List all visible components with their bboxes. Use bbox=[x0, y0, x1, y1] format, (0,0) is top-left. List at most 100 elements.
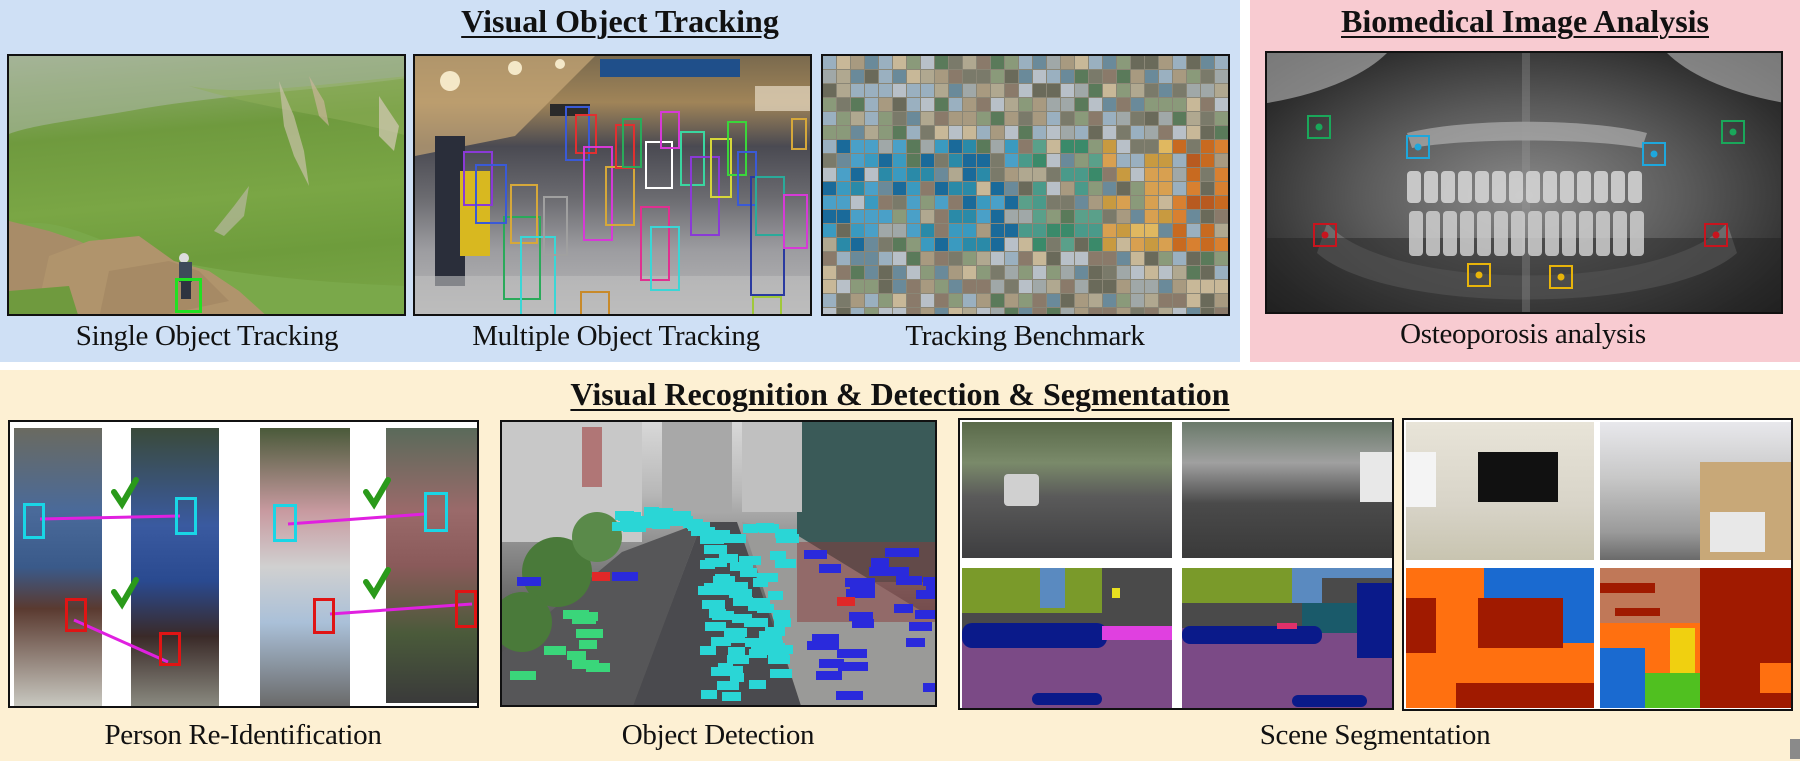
mosaic-tile bbox=[963, 238, 976, 251]
mosaic-tile bbox=[991, 252, 1004, 265]
mosaic-tile bbox=[921, 84, 934, 97]
mosaic-tile bbox=[1173, 56, 1186, 69]
mosaic-tile bbox=[1047, 238, 1060, 251]
mosaic-tile bbox=[977, 224, 990, 237]
mosaic-tile bbox=[1103, 182, 1116, 195]
mosaic-tile bbox=[1145, 252, 1158, 265]
mosaic-tile bbox=[1075, 210, 1088, 223]
mosaic-tile bbox=[1075, 238, 1088, 251]
tooth bbox=[1509, 171, 1523, 203]
single-object-tracking-image bbox=[7, 54, 406, 316]
mosaic-tile bbox=[1061, 252, 1074, 265]
mosaic-tile bbox=[1201, 84, 1214, 97]
mosaic-tile bbox=[921, 154, 934, 167]
mosaic-tile bbox=[1187, 224, 1200, 237]
mosaic-tile bbox=[1033, 210, 1046, 223]
tooth bbox=[1543, 171, 1557, 203]
mosaic-tile bbox=[851, 196, 864, 209]
car-detection-label bbox=[712, 611, 735, 621]
mosaic-tile bbox=[1075, 98, 1088, 111]
mosaic-tile bbox=[1117, 210, 1130, 223]
mosaic-tile bbox=[949, 112, 962, 125]
mosaic-tile bbox=[837, 168, 850, 181]
mosaic-tile bbox=[907, 182, 920, 195]
mosaic-tile bbox=[1005, 196, 1018, 209]
mosaic-tile bbox=[963, 182, 976, 195]
mosaic-tile bbox=[1187, 266, 1200, 279]
mosaic-tile bbox=[823, 182, 836, 195]
mosaic-tile bbox=[1215, 280, 1228, 293]
mosaic-tile bbox=[991, 280, 1004, 293]
pedestrian-detection-label bbox=[868, 566, 895, 576]
multiple-object-tracking-image bbox=[413, 54, 812, 316]
tooth bbox=[1579, 211, 1593, 256]
mosaic-tile bbox=[1187, 98, 1200, 111]
mosaic-tile bbox=[1047, 308, 1060, 314]
mosaic-tile bbox=[1005, 140, 1018, 153]
roi-dot bbox=[1475, 271, 1483, 279]
mosaic-tile bbox=[1061, 280, 1074, 293]
mosaic-tile bbox=[1019, 182, 1032, 195]
mosaic-tile bbox=[823, 168, 836, 181]
mosaic-tile bbox=[935, 154, 948, 167]
section-title-recognition: Visual Recognition & Detection & Segment… bbox=[570, 376, 1230, 412]
mosaic-tile bbox=[851, 154, 864, 167]
mosaic-tile bbox=[935, 238, 948, 251]
mosaic-tile bbox=[907, 266, 920, 279]
mosaic-tile bbox=[823, 252, 836, 265]
mosaic-tile bbox=[1131, 224, 1144, 237]
car-detection-label bbox=[774, 559, 797, 569]
mosaic-tile bbox=[1117, 224, 1130, 237]
mosaic-tile bbox=[1103, 210, 1116, 223]
mosaic-tile bbox=[1061, 294, 1074, 307]
car-detection-label bbox=[744, 618, 768, 628]
mosaic-tile bbox=[823, 70, 836, 83]
mosaic-tile bbox=[907, 56, 920, 69]
mosaic-tile bbox=[1005, 210, 1018, 223]
mosaic-tile bbox=[1131, 210, 1144, 223]
mosaic-tile bbox=[865, 126, 878, 139]
mosaic-tile bbox=[1131, 154, 1144, 167]
caption-scene-segmentation: Scene Segmentation bbox=[1259, 719, 1491, 751]
mosaic-tile bbox=[893, 84, 906, 97]
mosaic-tile bbox=[1075, 266, 1088, 279]
mosaic-tile bbox=[949, 280, 962, 293]
pedestrian-detection-label bbox=[923, 682, 935, 692]
mosaic-tile bbox=[1215, 308, 1228, 314]
mosaic-tile bbox=[1187, 252, 1200, 265]
mosaic-tile bbox=[1145, 224, 1158, 237]
mosaic-tile bbox=[1033, 140, 1046, 153]
mosaic-tile bbox=[1019, 126, 1032, 139]
mosaic-tile bbox=[1089, 168, 1102, 181]
object-detection-image bbox=[500, 420, 937, 707]
tooth bbox=[1528, 211, 1542, 256]
mosaic-tile bbox=[1047, 84, 1060, 97]
mosaic-tile bbox=[921, 112, 934, 125]
mosaic-tile bbox=[1131, 98, 1144, 111]
mosaic-tile bbox=[1075, 294, 1088, 307]
tooth bbox=[1409, 211, 1423, 256]
mosaic-tile bbox=[879, 168, 892, 181]
mosaic-tile bbox=[865, 112, 878, 125]
mosaic-tile bbox=[823, 98, 836, 111]
mosaic-tile bbox=[1229, 126, 1230, 139]
mosaic-tile bbox=[935, 280, 948, 293]
mosaic-tile bbox=[1075, 280, 1088, 293]
mosaic-tile bbox=[1005, 98, 1018, 111]
car-detection-label bbox=[615, 511, 634, 521]
mosaic-tile bbox=[1061, 126, 1074, 139]
mosaic-tile bbox=[963, 280, 976, 293]
mosaic-tile bbox=[1075, 182, 1088, 195]
mosaic-tile bbox=[851, 182, 864, 195]
track-box bbox=[755, 176, 785, 236]
mosaic-tile bbox=[1103, 84, 1116, 97]
mosaic-tile bbox=[1145, 238, 1158, 251]
tooth bbox=[1477, 211, 1491, 256]
mosaic-tile bbox=[991, 84, 1004, 97]
mosaic-tile bbox=[1173, 112, 1186, 125]
mosaic-tile bbox=[865, 224, 878, 237]
mosaic-tile bbox=[907, 252, 920, 265]
mosaic-tile bbox=[935, 168, 948, 181]
tooth bbox=[1407, 171, 1421, 203]
mosaic-tile bbox=[977, 112, 990, 125]
